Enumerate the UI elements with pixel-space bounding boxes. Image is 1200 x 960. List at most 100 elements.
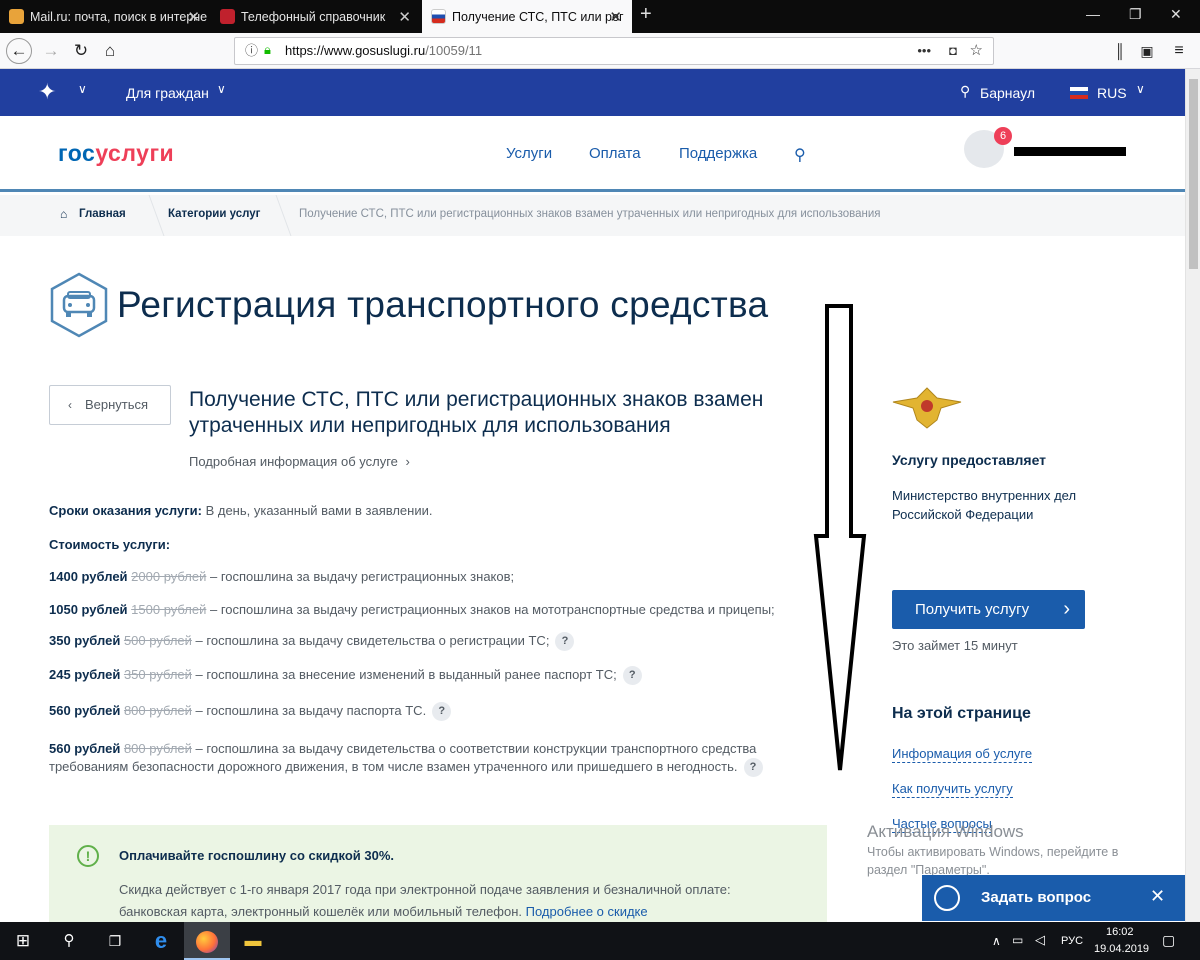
windows-taskbar: ⊞ ⚲ ❐ e ▬ ∧ ▭ ◁ РУС 16:02 19.04.2019 ▢ xyxy=(0,922,1200,960)
clock-date[interactable]: 19.04.2019 xyxy=(1094,943,1149,955)
page-title: Регистрация транспортного средства xyxy=(117,284,769,325)
logo-part-b: услуги xyxy=(95,140,175,166)
close-icon[interactable]: ✕ xyxy=(1150,886,1165,907)
search-icon[interactable]: ⚲ xyxy=(794,145,806,165)
cost-price: 1400 рублей xyxy=(49,569,128,584)
menu-icon[interactable]: ≡ xyxy=(1166,38,1192,64)
link-service-info[interactable]: Информация об услуге xyxy=(892,746,1033,763)
close-tab-icon[interactable]: ✕ xyxy=(609,8,622,26)
chevron-down-icon[interactable]: ∨ xyxy=(1136,82,1145,96)
discount-text: Скидка действует с 1-го января 2017 года… xyxy=(119,882,731,897)
cost-price: 560 рублей xyxy=(49,741,121,756)
help-icon[interactable]: ? xyxy=(743,758,763,777)
breadcrumb-categories[interactable]: Категории услуг xyxy=(168,208,260,220)
nav-support[interactable]: Поддержка xyxy=(679,145,757,162)
cost-item: 560 рублей 800 рублей – госпошлина за вы… xyxy=(49,741,756,756)
edge-icon[interactable]: e xyxy=(138,922,184,960)
close-tab-icon[interactable]: ✕ xyxy=(187,8,200,26)
service-terms: Сроки оказания услуги: В день, указанный… xyxy=(49,503,432,518)
breadcrumb-separator xyxy=(135,195,165,236)
file-explorer-icon[interactable]: ▬ xyxy=(230,922,276,960)
help-icon[interactable]: ? xyxy=(555,632,575,651)
scrollbar-thumb[interactable] xyxy=(1189,79,1198,269)
info-icon[interactable]: ⓘ xyxy=(245,38,258,64)
link-how-to-get[interactable]: Как получить услугу xyxy=(892,781,1013,798)
help-icon[interactable]: ? xyxy=(432,702,452,721)
sidebar-icon[interactable]: ▣ xyxy=(1134,38,1160,64)
cost-price: 350 рублей xyxy=(49,632,121,648)
annotation-arrow xyxy=(813,304,867,771)
provider-name-line1: Министерство внутренних дел xyxy=(892,488,1077,503)
firefox-icon[interactable] xyxy=(184,922,230,960)
library-icon[interactable]: ║ xyxy=(1107,38,1133,64)
language-selector[interactable]: RUS xyxy=(1097,85,1127,101)
cost-desc: – госпошлина за выдачу регистрационных з… xyxy=(206,569,515,584)
more-info-link[interactable]: Подробная информация об услуге › xyxy=(189,454,410,469)
url-bar[interactable]: ⓘ 🔒︎ https://www.gosuslugi.ru/10059/11 •… xyxy=(234,37,994,65)
help-icon[interactable]: ? xyxy=(622,666,642,685)
tab-mailru[interactable]: Mail.ru: почта, поиск в интерне ✕ xyxy=(0,0,210,33)
tab-phonebook[interactable]: Телефонный справочник ✕ xyxy=(211,0,421,33)
terms-label: Сроки оказания услуги: xyxy=(49,503,202,518)
citizens-selector[interactable]: Для граждан xyxy=(126,85,209,101)
back-button[interactable]: ‹ Вернуться xyxy=(49,385,171,425)
network-icon[interactable]: ▭ xyxy=(1012,933,1023,947)
get-service-button[interactable]: Получить услугу › xyxy=(892,590,1085,629)
minimize-icon[interactable]: — xyxy=(1086,6,1100,22)
close-tab-icon[interactable]: ✕ xyxy=(398,8,411,26)
cost-old-price: 800 рублей xyxy=(123,741,192,756)
windows-start-icon[interactable]: ⊞ xyxy=(0,922,46,960)
task-view-icon[interactable]: ❐ xyxy=(92,922,138,960)
home-icon: ⌂ xyxy=(60,207,68,221)
tab-gosuslugi[interactable]: Получение СТС, ПТС или рег ✕ xyxy=(422,0,632,33)
url-path: /10059/11 xyxy=(425,43,483,58)
coat-of-arms-icon[interactable]: ✦ xyxy=(38,79,56,105)
city-selector[interactable]: Барнаул xyxy=(980,85,1035,101)
more-info-label: Подробная информация об услуге xyxy=(189,454,398,469)
site-top-bar: ✦ ∨ Для граждан ∨ ⚲ Барнаул RUS ∨ xyxy=(0,69,1185,116)
cost-desc: – госпошлина за выдачу свидетельства о р… xyxy=(191,632,550,648)
chevron-down-icon[interactable]: ∨ xyxy=(217,82,226,96)
cost-label: Стоимость услуги: xyxy=(49,537,171,552)
home-icon[interactable]: ⌂ xyxy=(97,38,123,64)
nav-services[interactable]: Услуги xyxy=(506,145,552,162)
phonebook-favicon-icon xyxy=(220,9,235,24)
back-arrow-icon[interactable]: ← xyxy=(6,38,32,64)
page-actions-icon[interactable]: ••• xyxy=(917,38,931,64)
chevron-down-icon[interactable]: ∨ xyxy=(78,82,87,96)
provider-name-line2: Российской Федерации xyxy=(892,507,1034,522)
exclamation-icon: ! xyxy=(77,845,99,867)
mvd-emblem-icon xyxy=(892,387,962,429)
on-page-heading: На этой странице xyxy=(892,705,1031,722)
cost-old-price: 1500 рублей xyxy=(131,602,207,617)
gosuslugi-logo[interactable]: госуслуги xyxy=(58,140,174,167)
cost-item: 560 рублей 800 рублей – госпошлина за вы… xyxy=(49,702,452,721)
discount-title: Оплачивайте госпошлину со скидкой 30%. xyxy=(119,848,395,863)
browser-tab-bar: Mail.ru: почта, поиск в интерне ✕ Телефо… xyxy=(0,0,1200,33)
get-service-label: Получить услугу xyxy=(915,601,1030,618)
provider-label: Услугу предоставляет xyxy=(892,452,1047,468)
clock-time[interactable]: 16:02 xyxy=(1106,926,1134,938)
cost-price: 245 рублей xyxy=(49,666,121,682)
new-tab-icon[interactable]: + xyxy=(640,3,652,26)
reload-icon[interactable]: ↻ xyxy=(68,38,94,64)
discount-link[interactable]: Подробнее о скидке xyxy=(526,904,648,919)
search-icon[interactable]: ⚲ xyxy=(46,922,92,960)
tray-chevron-icon[interactable]: ∧ xyxy=(992,934,1001,948)
restore-icon[interactable]: ❐ xyxy=(1129,6,1142,23)
notification-badge: 6 xyxy=(994,127,1012,145)
discount-text-2-body: банковская карта, электронный кошелёк ил… xyxy=(119,904,526,919)
page-scrollbar[interactable] xyxy=(1185,69,1200,922)
bookmark-star-icon[interactable]: ☆ xyxy=(970,38,983,64)
cost-item-continued: требованиям безопасности дорожного движе… xyxy=(49,758,763,777)
volume-icon[interactable]: ◁ xyxy=(1035,932,1045,948)
language-indicator[interactable]: РУС xyxy=(1061,935,1083,947)
pocket-icon[interactable]: ◘ xyxy=(949,38,957,64)
close-window-icon[interactable]: ✕ xyxy=(1170,6,1182,23)
nav-payment[interactable]: Оплата xyxy=(589,145,641,162)
url-host: https://www.gosuslugi.ru xyxy=(285,43,426,58)
breadcrumb-home[interactable]: Главная xyxy=(79,208,126,220)
forward-arrow-icon[interactable]: → xyxy=(38,38,64,64)
ask-question-widget[interactable]: Задать вопрос ✕ xyxy=(922,875,1185,921)
notifications-icon[interactable]: ▢ xyxy=(1162,932,1175,949)
